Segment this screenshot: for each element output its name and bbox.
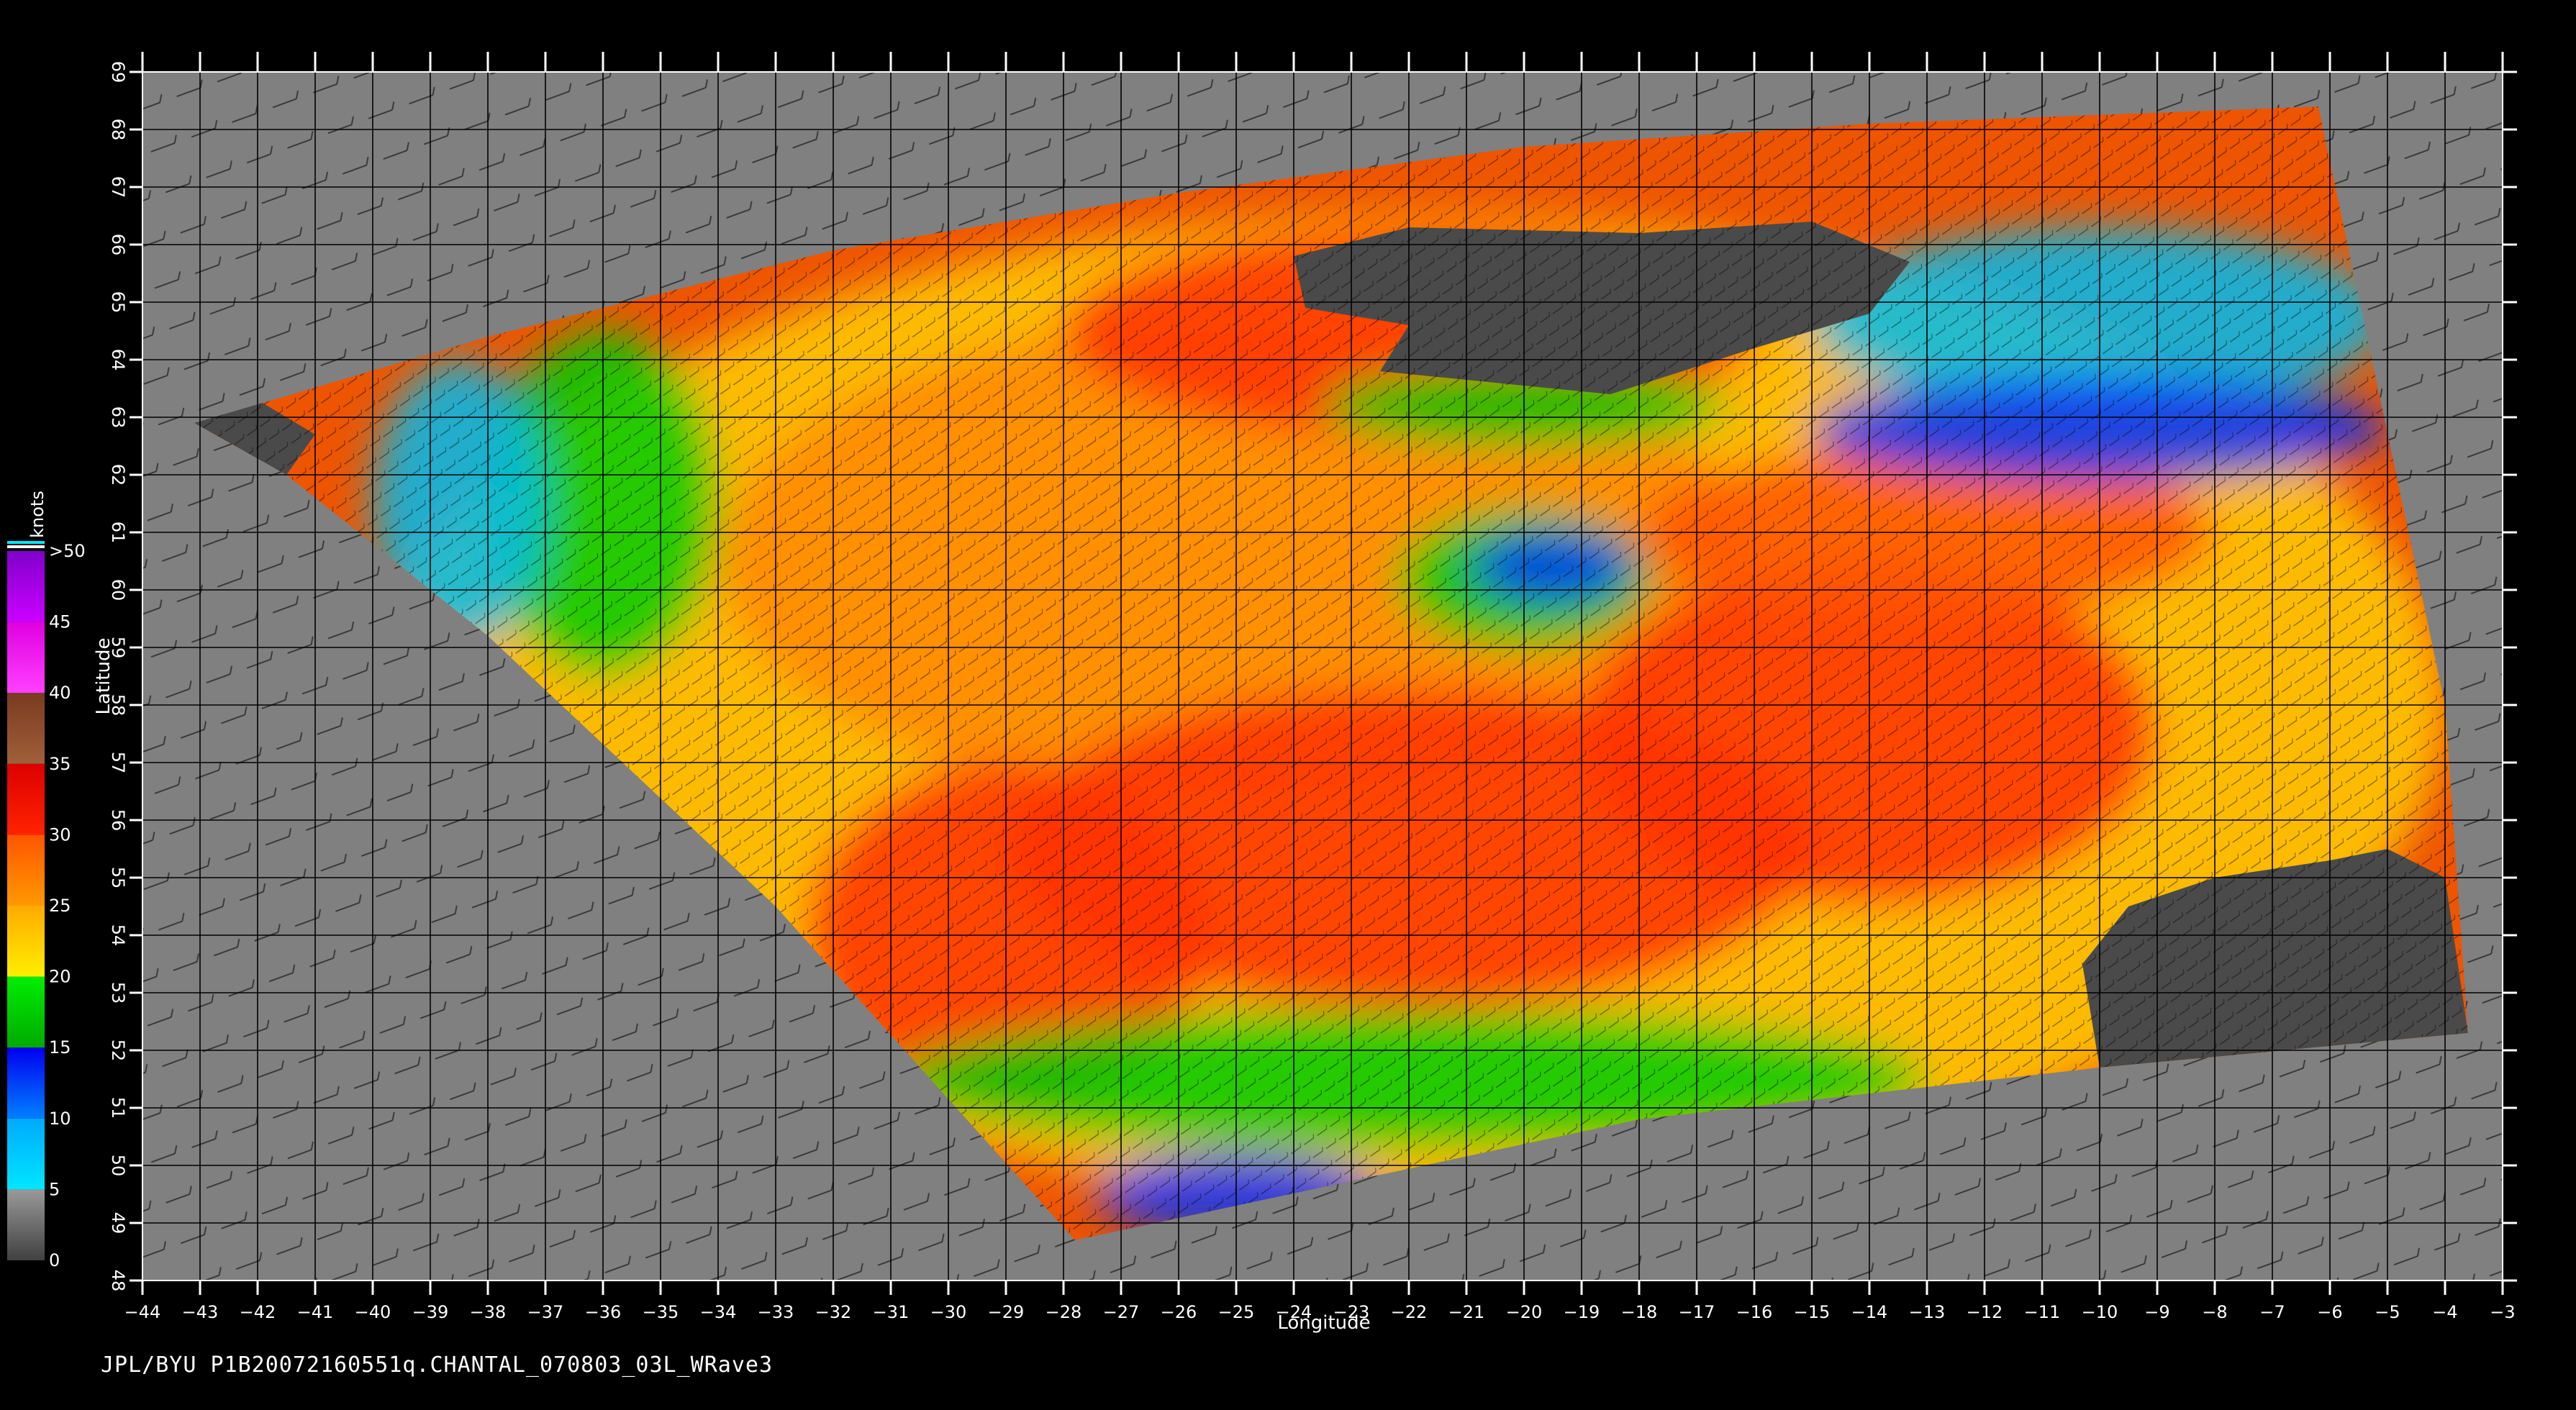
x-tick-label: −21 [1448,1302,1485,1322]
x-tick-label: −15 [1794,1302,1831,1322]
y-tick-label: 64 [108,349,128,371]
y-axis-title: Latitude [93,637,114,714]
colorbar-label: 45 [49,612,71,632]
y-tick-label: 67 [108,176,128,199]
x-tick-label: −42 [240,1302,276,1322]
x-tick-label: −40 [355,1302,391,1322]
colorbar-band [7,1047,45,1119]
x-tick-label: −5 [2375,1302,2400,1322]
x-tick-label: −29 [988,1302,1025,1322]
colorbar: 0 5 10 15 20 25 30 35 40 45 >50 [7,541,86,1270]
x-tick-label: −33 [758,1302,794,1322]
x-tick-label: −16 [1736,1302,1773,1322]
colorbar-label: 5 [49,1179,60,1199]
y-tick-label: 50 [108,1155,128,1177]
x-tick-label: −30 [930,1302,967,1322]
y-tick-label: 56 [108,809,128,832]
colorbar-unit-label: knots [27,491,47,538]
colorbar-band [7,693,45,764]
colorbar-cap [7,541,45,544]
x-tick-label: −32 [815,1302,852,1322]
colorbar-band [7,622,45,693]
x-tick-label: −26 [1161,1302,1197,1322]
x-tick-label: −8 [2202,1302,2227,1322]
footer-product-label: JPL/BYU P1B20072160551q.CHANTAL_070803_0… [101,1352,774,1378]
y-tick-label: 54 [108,924,128,947]
y-tick-label: 66 [108,234,128,256]
colorbar-band [7,763,45,835]
y-tick-label: 55 [108,867,128,889]
y-tick-label: 69 [108,61,128,83]
x-tick-label: −11 [2024,1302,2061,1322]
colorbar-label: 15 [49,1037,71,1058]
y-tick-label: 57 [108,752,128,774]
x-tick-label: −43 [182,1302,219,1322]
colorbar-label: 25 [49,896,71,916]
x-tick-label: −20 [1506,1302,1543,1322]
y-tick-label: 61 [108,522,128,544]
x-tick-label: −28 [1046,1302,1082,1322]
colorbar-label: >50 [49,541,86,561]
y-tick-label: 49 [108,1212,128,1234]
colorbar-band [7,551,45,622]
y-tick-label: 68 [108,119,128,141]
y-tick-label: 62 [108,464,128,486]
colorbar-label: 40 [49,683,71,703]
x-tick-label: −18 [1621,1302,1658,1322]
y-tick-label: 60 [108,579,128,601]
colorbar-band [7,1189,45,1260]
y-tick-label: 48 [108,1270,128,1292]
x-tick-label: −44 [124,1302,161,1322]
colorbar-label: 20 [49,967,71,987]
x-tick-label: −6 [2317,1302,2342,1322]
colorbar-band [7,834,45,906]
x-tick-label: −25 [1218,1302,1255,1322]
x-tick-label: −37 [527,1302,564,1322]
x-tick-label: −17 [1679,1302,1715,1322]
colorbar-label: 10 [49,1109,71,1129]
colorbar-label: 35 [49,754,71,774]
x-tick-label: −9 [2144,1302,2169,1322]
x-tick-label: −31 [873,1302,910,1322]
x-tick-label: −12 [1967,1302,2003,1322]
x-tick-label: −35 [643,1302,679,1322]
x-tick-label: −13 [1909,1302,1946,1322]
x-tick-label: −41 [297,1302,334,1322]
x-tick-label: −14 [1851,1302,1888,1322]
x-tick-label: −10 [2082,1302,2118,1322]
wind-map: −44 −43 −42 −41 −40 −39 −38 −37 −36 −35 −34 −33 −32−… [7,52,2517,1334]
y-tick-label: 51 [108,1097,128,1119]
colorbar-label: 30 [49,824,71,845]
colorbar-band [7,906,45,977]
y-tick-label: 52 [108,1040,128,1062]
x-tick-label: −27 [1103,1302,1140,1322]
colorbar-cap [7,545,45,548]
x-tick-label: −19 [1564,1302,1600,1322]
x-tick-label: −3 [2490,1302,2515,1322]
x-tick-label: −36 [585,1302,622,1322]
x-tick-label: −38 [470,1302,507,1322]
colorbar-label: 0 [49,1250,60,1270]
y-tick-label: 65 [108,291,128,314]
colorbar-band [7,1118,45,1190]
x-tick-label: −22 [1391,1302,1428,1322]
x-axis-title: Longitude [1277,1312,1370,1334]
y-tick-label: 53 [108,982,128,1004]
x-tick-label: −34 [700,1302,737,1322]
x-tick-label: −4 [2432,1302,2457,1322]
x-tick-label: −39 [412,1302,449,1322]
y-tick-label: 63 [108,406,128,429]
x-tick-label: −7 [2259,1302,2285,1322]
colorbar-band [7,976,45,1048]
